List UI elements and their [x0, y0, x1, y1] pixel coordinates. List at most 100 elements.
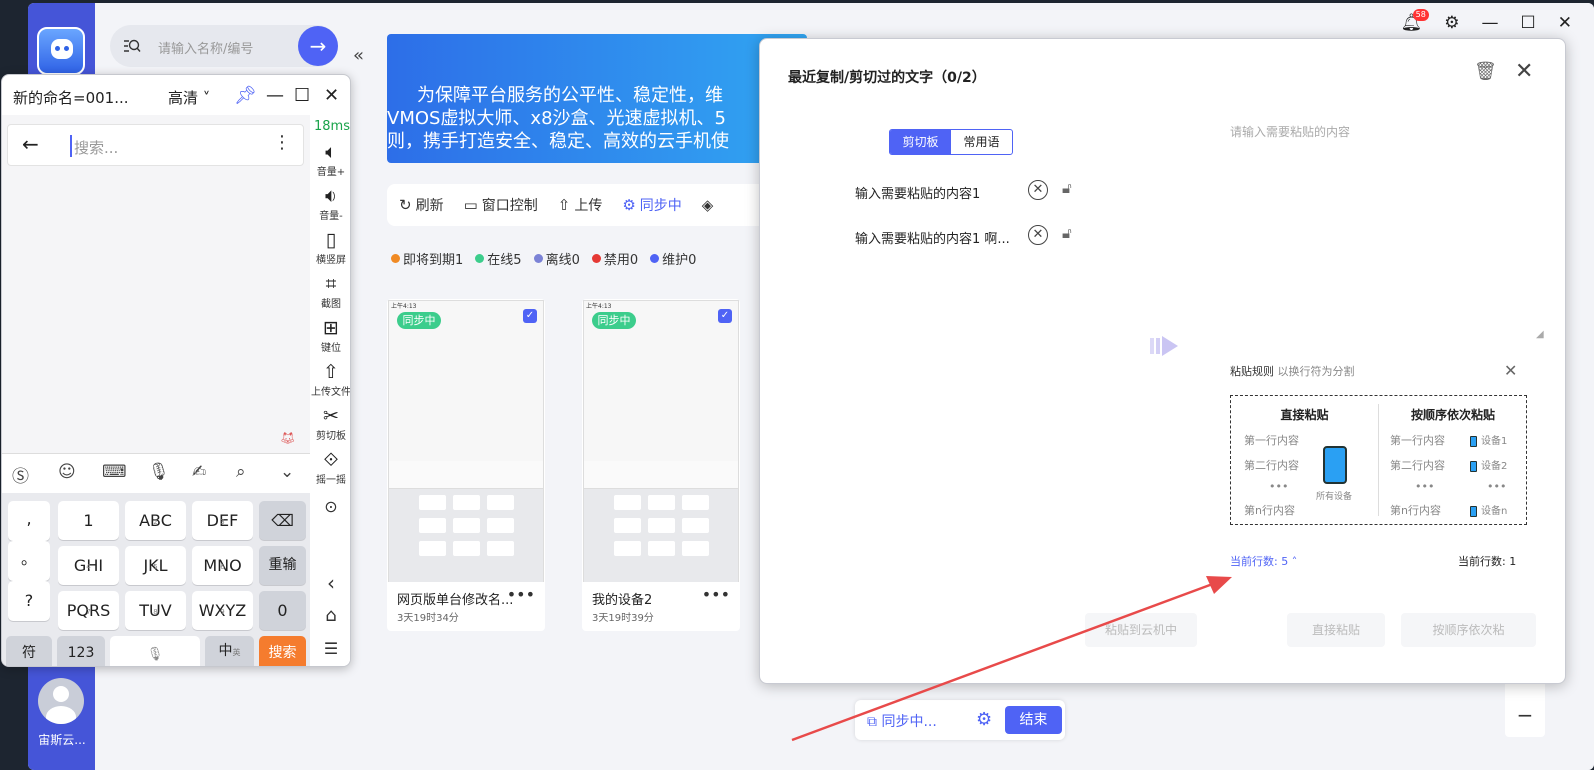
row-count-toggle[interactable]: 当前行数: 5 ˄: [1230, 553, 1297, 569]
close-icon[interactable]: ✕: [1515, 59, 1533, 84]
gear-icon[interactable]: ⚙: [1444, 13, 1459, 33]
search-go-button[interactable]: →: [298, 26, 338, 66]
close-icon[interactable]: ✕: [324, 85, 339, 106]
microphone-icon[interactable]: 🎙︎: [148, 462, 170, 482]
search-input[interactable]: 请输入名称/编号 →: [110, 25, 338, 67]
more-icon[interactable]: •••: [507, 585, 535, 604]
status-online[interactable]: 在线5: [475, 249, 522, 268]
sequential-paste-button[interactable]: 按顺序依次粘: [1401, 613, 1536, 647]
volume-up-button[interactable]: 🔈︎ 音量+: [310, 141, 350, 178]
search-icon[interactable]: ⌕: [236, 462, 246, 482]
clipboard-button[interactable]: ✂ 剪切板: [310, 405, 350, 442]
refresh-button[interactable]: ↻ 刷新: [399, 195, 444, 215]
remove-icon[interactable]: ✕: [1028, 180, 1048, 200]
key-jkl[interactable]: 5 JKL: [125, 546, 186, 585]
paste-input[interactable]: 请输入需要粘贴的内容: [1230, 123, 1350, 140]
device-screen[interactable]: 上午4:13 同步中 ✓: [583, 300, 739, 582]
maximize-icon[interactable]: ☐: [1521, 13, 1536, 33]
symbol-key[interactable]: 符: [6, 636, 52, 666]
rotate-button[interactable]: ▯ 横竖屏: [310, 229, 350, 266]
status-offline[interactable]: 离线0: [533, 249, 580, 268]
zoom-out-icon[interactable]: −: [1505, 703, 1545, 727]
avatar[interactable]: [38, 678, 84, 724]
home-icon[interactable]: ⌂: [310, 605, 350, 626]
trash-icon[interactable]: 🗑︎: [1474, 61, 1497, 82]
key-1[interactable]: 1: [58, 501, 119, 540]
tab-phrases[interactable]: 常用语: [951, 130, 1012, 154]
zh-en-key[interactable]: 中英: [205, 636, 254, 666]
key-pqrs[interactable]: 7 PQRS: [58, 591, 119, 630]
handwrite-icon[interactable]: ✍: [192, 462, 206, 482]
key-0[interactable]: 0: [259, 591, 306, 630]
sync-badge: 同步中: [592, 312, 636, 329]
key-mno[interactable]: 6 MNO: [192, 546, 253, 585]
banner-line: 则，携手打造安全、稳定、高效的云手机使: [387, 131, 729, 152]
close-icon[interactable]: ✕: [1504, 361, 1517, 380]
keyboard-icon[interactable]: ⌨: [102, 462, 127, 482]
back-icon[interactable]: ‹: [310, 571, 350, 595]
device-statusbar: 上午4:13: [586, 303, 612, 310]
key-punct[interactable]: ?: [8, 581, 50, 621]
upload-file-button[interactable]: ⇧ 上传文件: [310, 361, 350, 398]
unlock-icon[interactable]: 🔓︎: [1062, 179, 1072, 197]
minimize-icon[interactable]: —: [266, 85, 284, 106]
clipboard-item[interactable]: 输入需要粘贴的内容1: [855, 183, 980, 202]
device-card[interactable]: 上午4:13 同步中 ✓ 网页版单台修改名... ••• 3天19时34分: [387, 299, 545, 631]
back-arrow-icon[interactable]: ←: [22, 132, 39, 156]
keymap-button[interactable]: ⊞ 键位: [310, 317, 350, 354]
maximize-icon[interactable]: ☐: [294, 85, 310, 106]
shake-button[interactable]: ⟐ 摇一摇: [310, 449, 350, 486]
key-abc[interactable]: 2 ABC: [125, 501, 186, 540]
key-def[interactable]: 3 DEF: [192, 501, 253, 540]
status-maintenance[interactable]: 维护0: [650, 249, 696, 268]
backspace-key[interactable]: ⌫: [259, 501, 306, 540]
window-control-button[interactable]: ▭ 窗口控制: [464, 195, 538, 215]
pin-icon[interactable]: 📌︎: [234, 85, 257, 106]
zoom-control[interactable]: −: [1505, 679, 1545, 737]
status-disabled[interactable]: 禁用0: [591, 249, 638, 268]
more-circle-icon[interactable]: ⊙: [310, 497, 350, 516]
minimize-icon[interactable]: —: [1482, 13, 1499, 33]
resize-handle-icon[interactable]: ◢: [1536, 329, 1544, 340]
clipboard-item[interactable]: 输入需要粘贴的内容1 啊...: [855, 228, 1010, 247]
key-punct[interactable]: 。: [8, 541, 50, 581]
key-tuv[interactable]: 8 TUV: [125, 591, 186, 630]
device-screen[interactable]: 上午4:13 同步中 ✓: [388, 300, 544, 582]
reenter-key[interactable]: 重输: [259, 546, 306, 585]
checkbox-checked[interactable]: ✓: [718, 309, 732, 323]
close-icon[interactable]: ✕: [1558, 13, 1572, 33]
remove-icon[interactable]: ✕: [1028, 225, 1048, 245]
recents-icon[interactable]: ☰: [310, 639, 350, 658]
checkbox-checked[interactable]: ✓: [523, 309, 537, 323]
emoji-icon[interactable]: ☺: [58, 462, 76, 482]
quality-select[interactable]: 高清 ˅: [168, 87, 210, 108]
sogou-icon[interactable]: Ⓢ: [12, 462, 29, 487]
screenshot-button[interactable]: ⌗ 截图: [310, 273, 350, 310]
device-card[interactable]: 上午4:13 同步中 ✓ 我的设备2 ••• 3天19时39分: [582, 299, 740, 631]
notification-badge: 58: [1412, 9, 1429, 21]
collapse-icon[interactable]: «: [353, 45, 364, 66]
direct-paste-button[interactable]: 直接粘贴: [1287, 613, 1385, 647]
paste-to-cloud-button[interactable]: 粘贴到云机中: [1085, 613, 1197, 647]
space-key[interactable]: 🎙︎: [110, 636, 200, 666]
gear-icon[interactable]: ⚙: [976, 709, 992, 730]
more-vertical-icon[interactable]: ⋮: [273, 132, 291, 153]
upload-button[interactable]: ⇧ 上传: [558, 195, 603, 215]
layers-button[interactable]: ◈: [702, 196, 718, 214]
sync-button[interactable]: ⚙ 同步中: [622, 195, 681, 215]
phone-search-field[interactable]: ← 搜索... ⋮: [7, 124, 304, 166]
number-key[interactable]: 123: [57, 636, 105, 666]
key-wxyz[interactable]: 9 WXYZ: [192, 591, 253, 630]
phone-screen[interactable]: ← 搜索... ⋮ 🦊︎ Ⓢ ☺ ⌨ 🎙︎ ✍ ⌕ ⌄ , 。 ? 1 2 ABC…: [2, 115, 310, 666]
status-expiring[interactable]: 即将到期1: [391, 249, 463, 268]
bell-icon[interactable]: 🔔︎ 58: [1401, 9, 1429, 33]
search-key[interactable]: 搜索: [259, 636, 306, 666]
key-punct[interactable]: ,: [8, 501, 50, 541]
end-sync-button[interactable]: 结束: [1005, 706, 1062, 734]
unlock-icon[interactable]: 🔓︎: [1062, 224, 1072, 242]
chevron-down-icon[interactable]: ⌄: [280, 462, 294, 482]
volume-down-button[interactable]: 🔉︎ 音量-: [310, 185, 350, 222]
tab-clipboard[interactable]: 剪切板: [890, 130, 951, 154]
more-icon[interactable]: •••: [702, 585, 730, 604]
key-ghi[interactable]: 4 GHI: [58, 546, 119, 585]
